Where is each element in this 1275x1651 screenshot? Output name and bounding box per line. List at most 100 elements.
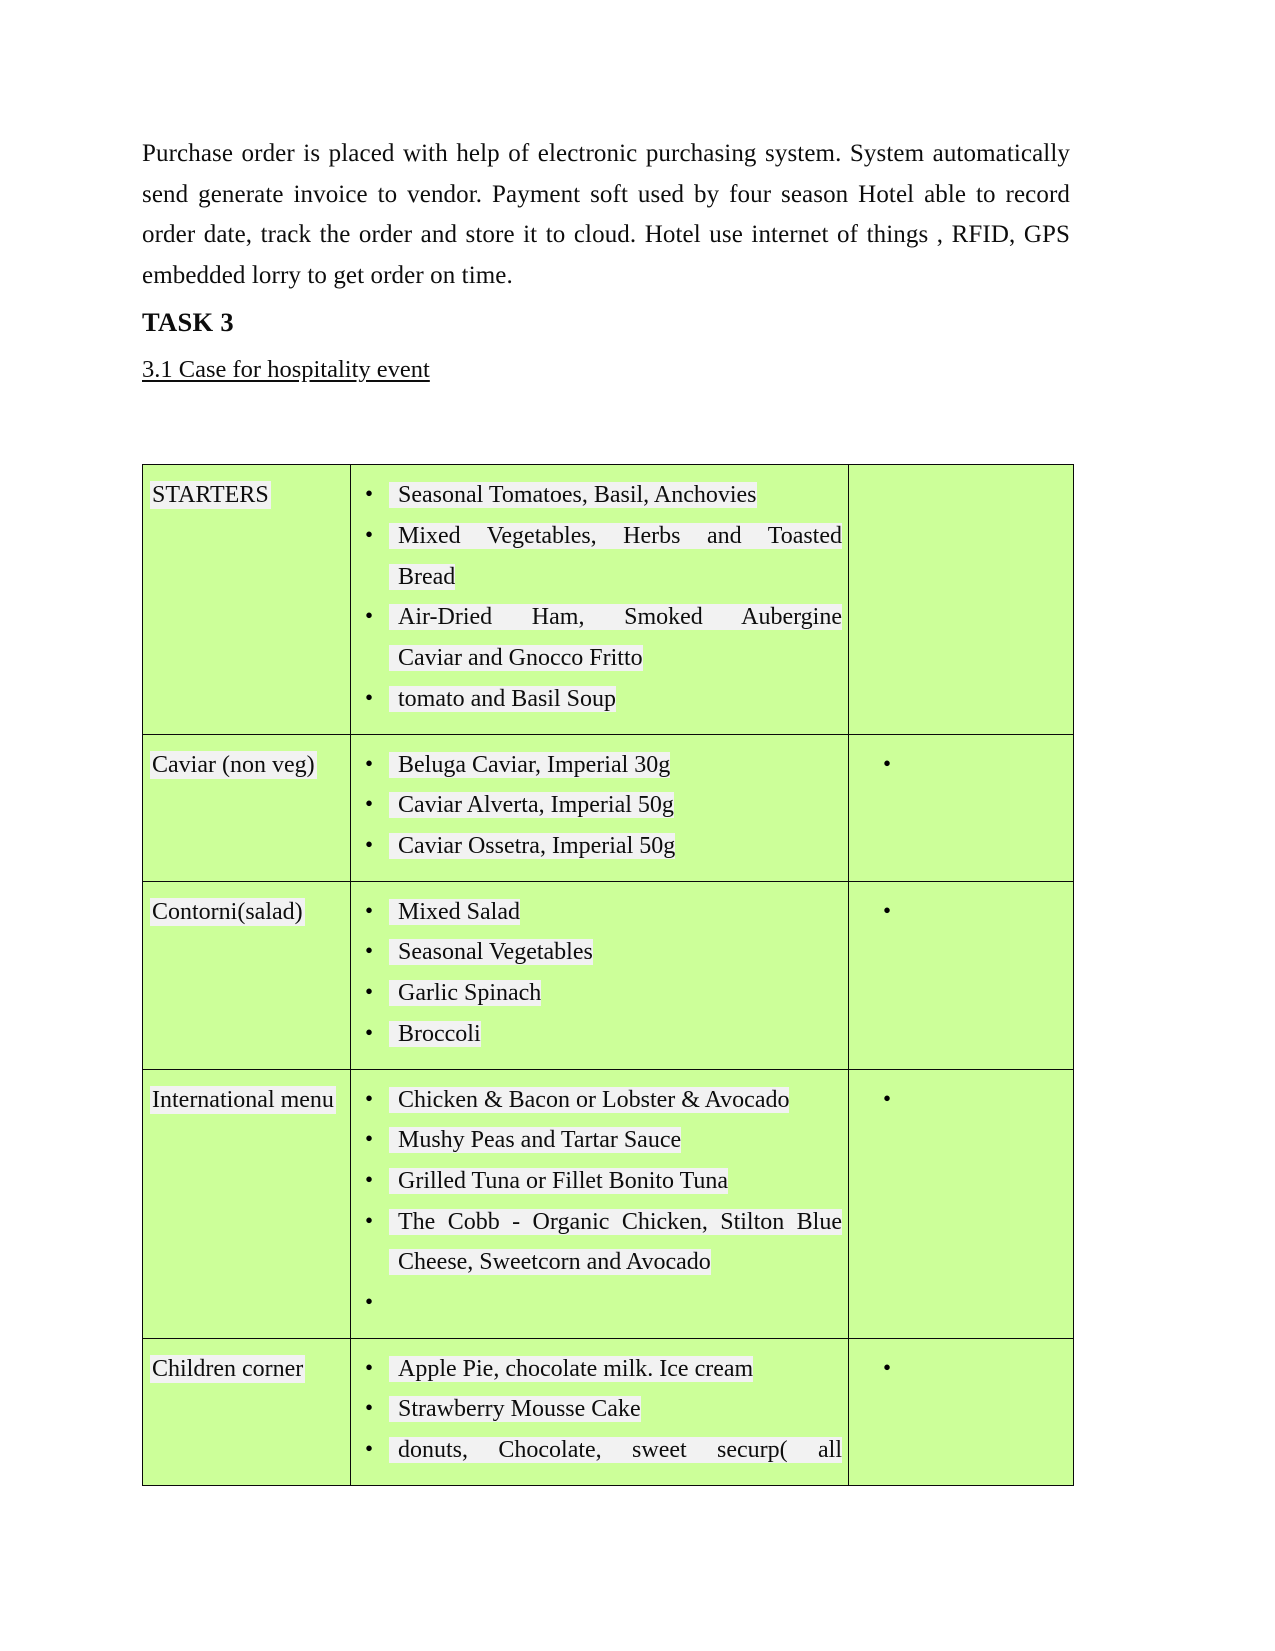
menu-note-cell: [848, 1068, 1074, 1339]
menu-category-cell: STARTERS: [142, 464, 351, 735]
menu-category-cell: Contorni(salad): [142, 880, 351, 1070]
menu-items-cell: Mixed Salad Seasonal Vegetables Garlic Spi…: [350, 880, 849, 1070]
menu-item-line: Cheese, Sweetcorn and Avocado: [398, 1242, 842, 1283]
menu-item-line: Mixed Salad: [398, 892, 842, 933]
table-row: Contorni(salad) Mixed Salad Seasonal Veget…: [142, 880, 1074, 1070]
menu-item-text: donuts, Chocolate, sweet securp( all: [398, 1437, 842, 1464]
menu-category-label: STARTERS: [143, 465, 350, 530]
list-item: Grilled Tuna or Fillet Bonito Tuna: [351, 1160, 842, 1202]
menu-item-list: Beluga Caviar, Imperial 30g Caviar Alvert…: [351, 735, 848, 881]
menu-items-cell: Beluga Caviar, Imperial 30g Caviar Alvert…: [350, 733, 849, 882]
list-item: Mixed Salad: [351, 891, 842, 933]
menu-item-text: Mushy Peas and Tartar Sauce: [398, 1127, 682, 1154]
menu-item-line: Chicken & Bacon or Lobster & Avocado: [398, 1080, 842, 1121]
menu-item-line: donuts, Chocolate, sweet securp( all: [398, 1430, 842, 1471]
menu-item-line: Mushy Peas and Tartar Sauce: [398, 1120, 842, 1161]
menu-category-cell: International menu: [142, 1068, 351, 1339]
menu-item-text: Garlic Spinach: [398, 980, 542, 1007]
list-item: Chicken & Bacon or Lobster & Avocado: [351, 1079, 842, 1121]
menu-item-text: tomato and Basil Soup: [398, 685, 616, 712]
menu-item-line: Seasonal Vegetables: [398, 932, 842, 973]
list-item: [351, 1282, 842, 1324]
list-item: Strawberry Mousse Cake: [351, 1388, 842, 1430]
list-item: Mixed Vegetables, Herbs and Toasted Bread: [351, 515, 842, 597]
hospitality-menu-table: STARTERS Seasonal Tomatoes, Basil, Anchov…: [142, 464, 1074, 1486]
menu-item-text: Grilled Tuna or Fillet Bonito Tuna: [398, 1167, 729, 1194]
menu-item-line: Garlic Spinach: [398, 973, 842, 1014]
menu-item-list: Seasonal Tomatoes, Basil, Anchovies Mixed…: [351, 465, 848, 733]
list-item: Caviar Ossetra, Imperial 50g: [351, 825, 842, 867]
menu-item-text: Caviar Ossetra, Imperial 50g: [398, 833, 676, 859]
list-item: Beluga Caviar, Imperial 30g: [351, 744, 842, 786]
menu-category-label: Children corner: [143, 1339, 350, 1404]
menu-note-cell: [848, 1337, 1074, 1486]
menu-note-cell: [848, 464, 1074, 735]
list-item: Caviar Alverta, Imperial 50g: [351, 784, 842, 826]
menu-item-text: Beluga Caviar, Imperial 30g: [398, 751, 671, 778]
menu-item-line: Seasonal Tomatoes, Basil, Anchovies: [398, 475, 842, 516]
list-item: Apple Pie, chocolate milk. Ice cream: [351, 1348, 842, 1390]
intro-paragraph: Purchase order is placed with help of el…: [142, 140, 1070, 289]
list-item: donuts, Chocolate, sweet securp( all: [351, 1429, 842, 1471]
menu-category-text: STARTERS: [150, 481, 271, 510]
menu-item-text: Apple Pie, chocolate milk. Ice cream: [398, 1355, 754, 1382]
list-item: Mushy Peas and Tartar Sauce: [351, 1119, 842, 1161]
menu-item-line: tomato and Basil Soup: [398, 679, 842, 720]
menu-category-label: International menu: [143, 1070, 350, 1135]
menu-note-spacer: [849, 465, 1073, 473]
menu-category-cell: Children corner: [142, 1337, 351, 1486]
section-heading: 3.1 Case for hospitality event: [142, 356, 430, 384]
menu-category-label: Caviar (non veg): [143, 735, 350, 800]
table-row: International menu Chicken & Bacon or Lob…: [142, 1068, 1074, 1339]
menu-note-bullet: [849, 1348, 1067, 1390]
menu-note-list: [849, 882, 1073, 947]
menu-items-cell: Chicken & Bacon or Lobster & Avocado Mush…: [350, 1068, 849, 1339]
list-item: Garlic Spinach: [351, 972, 842, 1014]
menu-item-line: Air-Dried Ham, Smoked Aubergine: [398, 597, 842, 638]
menu-item-list: Mixed Salad Seasonal Vegetables Garlic Spi…: [351, 882, 848, 1069]
menu-item-text: Broccoli: [398, 1020, 481, 1047]
menu-table-body: STARTERS Seasonal Tomatoes, Basil, Anchov…: [142, 464, 1074, 1486]
list-item: Broccoli: [351, 1013, 842, 1055]
menu-item-text: Strawberry Mousse Cake: [398, 1396, 641, 1423]
menu-item-list: Chicken & Bacon or Lobster & Avocado Mush…: [351, 1070, 848, 1338]
task-heading: TASK 3: [142, 307, 234, 338]
list-item: Seasonal Tomatoes, Basil, Anchovies: [351, 474, 842, 516]
table-row: Caviar (non veg) Beluga Caviar, Imperial …: [142, 733, 1074, 882]
menu-item-line: Broccoli: [398, 1014, 842, 1055]
list-item: Air-Dried Ham, Smoked Aubergine Caviar an…: [351, 596, 842, 679]
menu-category-label: Contorni(salad): [143, 882, 350, 947]
menu-item-text: Mixed Salad: [398, 898, 520, 925]
document-page: Purchase order is placed with help of el…: [0, 0, 1275, 1651]
menu-note-bullet: [849, 744, 1067, 786]
menu-table-container: STARTERS Seasonal Tomatoes, Basil, Anchov…: [142, 464, 1074, 1486]
menu-item-text: Chicken & Bacon or Lobster & Avocado: [398, 1086, 790, 1113]
menu-note-list: [849, 735, 1073, 800]
menu-item-line: Beluga Caviar, Imperial 30g: [398, 745, 842, 786]
menu-item-text: Seasonal Tomatoes, Basil, Anchovies: [398, 482, 757, 509]
menu-category-text: Children corner: [150, 1354, 306, 1383]
menu-item-line: Grilled Tuna or Fillet Bonito Tuna: [398, 1161, 842, 1202]
menu-item-text: Caviar Alverta, Imperial 50g: [398, 792, 674, 819]
menu-item-text: Cheese, Sweetcorn and Avocado: [398, 1249, 711, 1276]
menu-item-line: Caviar Alverta, Imperial 50g: [398, 785, 842, 826]
menu-item-text: Seasonal Vegetables: [398, 939, 593, 966]
table-row: Children corner Apple Pie, chocolate milk…: [142, 1337, 1074, 1486]
list-item: tomato and Basil Soup: [351, 678, 842, 720]
menu-note-bullet: [849, 891, 1067, 933]
menu-note-list: [849, 1070, 1073, 1135]
menu-note-cell: [848, 880, 1074, 1070]
menu-item-text: Air-Dried Ham, Smoked Aubergine: [398, 604, 842, 631]
menu-item-line: Caviar and Gnocco Fritto: [398, 638, 842, 679]
menu-items-cell: Seasonal Tomatoes, Basil, Anchovies Mixed…: [350, 464, 849, 735]
menu-items-cell: Apple Pie, chocolate milk. Ice cream Stra…: [350, 1337, 849, 1486]
menu-item-line: The Cobb - Organic Chicken, Stilton Blue: [398, 1202, 842, 1243]
menu-category-text: International menu: [150, 1085, 336, 1114]
menu-category-text: Contorni(salad): [150, 897, 305, 926]
menu-item-line: Strawberry Mousse Cake: [398, 1389, 842, 1430]
menu-note-cell: [848, 733, 1074, 882]
menu-item-text: Caviar and Gnocco Fritto: [398, 645, 643, 672]
page-content: Purchase order is placed with help of el…: [142, 134, 1074, 1486]
menu-note-bullet: [849, 1079, 1067, 1121]
menu-item-text: Bread: [398, 563, 456, 590]
